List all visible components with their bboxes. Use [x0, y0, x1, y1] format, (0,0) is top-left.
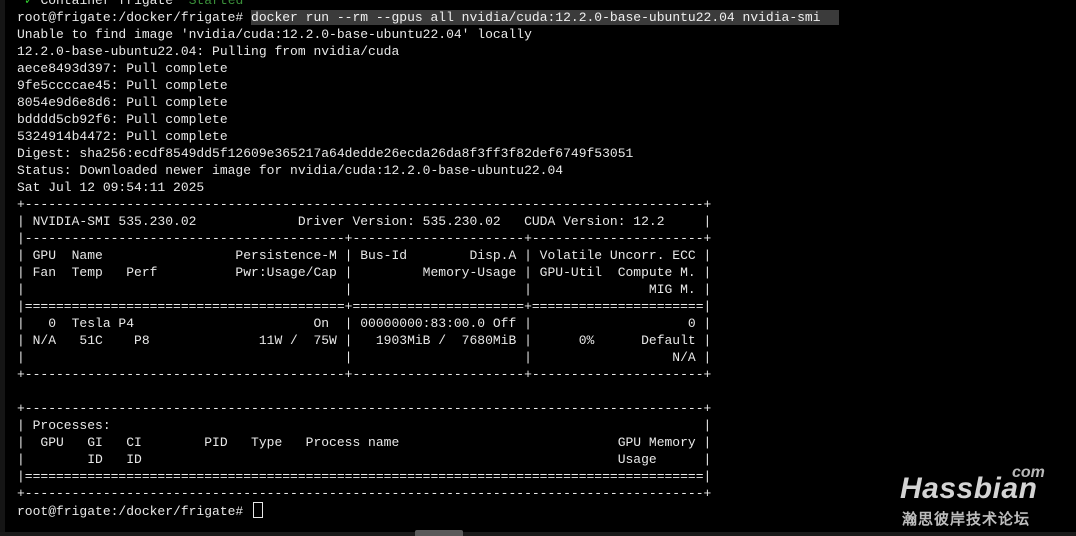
output-line: 9fe5ccccae45: Pull complete	[17, 78, 228, 93]
output-line: | Fan Temp Perf Pwr:Usage/Cap | Memory-U…	[17, 265, 712, 280]
output-line: | 0 Tesla P4 On | 00000000:83:00.0 Off |…	[17, 316, 712, 331]
output-line: Status: Downloaded newer image for nvidi…	[17, 163, 564, 178]
output-line: |=======================================…	[17, 299, 712, 314]
command-output: Unable to find image 'nvidia/cuda:12.2.0…	[17, 26, 1076, 502]
shell-prompt-final: root@frigate:/docker/frigate#	[17, 504, 252, 519]
watermark-name: Hassbian	[900, 472, 1038, 505]
output-line: Unable to find image 'nvidia/cuda:12.2.0…	[17, 27, 532, 42]
output-line: | | | N/A |	[17, 350, 712, 365]
horizontal-scrollbar[interactable]	[0, 532, 1076, 536]
terminal-output[interactable]: ✓ Container frigate Started root@frigate…	[17, 0, 1076, 519]
watermark-subtitle: 瀚思彼岸技术论坛	[902, 510, 1031, 528]
check-icon: ✓	[24, 0, 33, 8]
output-line: aece8493d397: Pull complete	[17, 61, 228, 76]
output-line: 8054e9d6e8d6: Pull complete	[17, 95, 228, 110]
output-line: 5324914b4472: Pull complete	[17, 129, 228, 144]
output-line: | Processes: |	[17, 418, 712, 433]
output-line: +---------------------------------------…	[17, 367, 712, 382]
container-name: Container frigate	[40, 0, 174, 8]
output-line: bdddd5cb92f6: Pull complete	[17, 112, 228, 127]
output-line: | GPU Name Persistence-M | Bus-Id Disp.A…	[17, 248, 712, 263]
output-line: Digest: sha256:ecdf8549dd5f12609e365217a…	[17, 146, 634, 161]
left-gutter	[0, 0, 5, 536]
container-state: Started	[188, 0, 244, 8]
output-line: +---------------------------------------…	[17, 401, 712, 416]
output-line: | NVIDIA-SMI 535.230.02 Driver Version: …	[17, 214, 712, 229]
output-line: | N/A 51C P8 11W / 75W | 1903MiB / 7680M…	[17, 333, 712, 348]
hassbian-watermark: com Hassbian 瀚思彼岸技术论坛	[898, 464, 1068, 530]
output-line: Sat Jul 12 09:54:11 2025	[17, 180, 205, 195]
output-line: 12.2.0-base-ubuntu22.04: Pulling from nv…	[17, 44, 400, 59]
scrollbar-thumb[interactable]	[415, 530, 463, 536]
terminal-window[interactable]: ✓ Container frigate Started root@frigate…	[0, 0, 1076, 536]
text-cursor	[253, 502, 264, 518]
output-line: |---------------------------------------…	[17, 231, 712, 246]
shell-prompt: root@frigate:/docker/frigate#	[17, 10, 252, 25]
output-line: | GPU GI CI PID Type Process name GPU Me…	[17, 435, 712, 450]
container-status-line: ✓ Container frigate Started	[17, 0, 1076, 9]
output-line: | | | MIG M. |	[17, 282, 712, 297]
entered-command[interactable]: docker run --rm --gpus all nvidia/cuda:1…	[251, 10, 839, 25]
command-line: root@frigate:/docker/frigate# docker run…	[17, 9, 1076, 26]
output-line: +---------------------------------------…	[17, 197, 712, 212]
